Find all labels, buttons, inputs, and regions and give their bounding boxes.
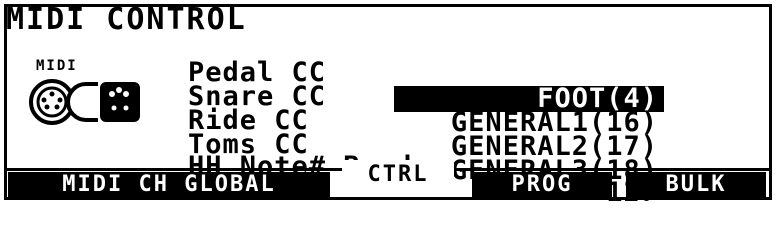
param-row-ride-cc[interactable]: Ride CC GENERAL2(17) (0, 82, 780, 160)
tab-prog[interactable]: PROG (472, 172, 612, 198)
tab-bar: MIDI CH GLOBAL CTRL PROG BULK (4, 160, 772, 200)
tab-bulk[interactable]: BULK (626, 172, 766, 198)
param-row-hh-note-border[interactable]: HH Note# Border 127 (0, 128, 780, 206)
lcd-screen: MIDI CONTROL MIDI Pedal CC FOOT(4) Snare… (0, 0, 780, 207)
tab-midi-ch-global[interactable]: MIDI CH GLOBAL (8, 172, 330, 198)
param-row-pedal-cc[interactable]: Pedal CC FOOT(4) (0, 34, 780, 112)
page-title: MIDI CONTROL (6, 2, 247, 37)
tab-ctrl[interactable]: CTRL (342, 160, 454, 194)
param-row-snare-cc[interactable]: Snare CC GENERAL1(16) (0, 58, 780, 136)
